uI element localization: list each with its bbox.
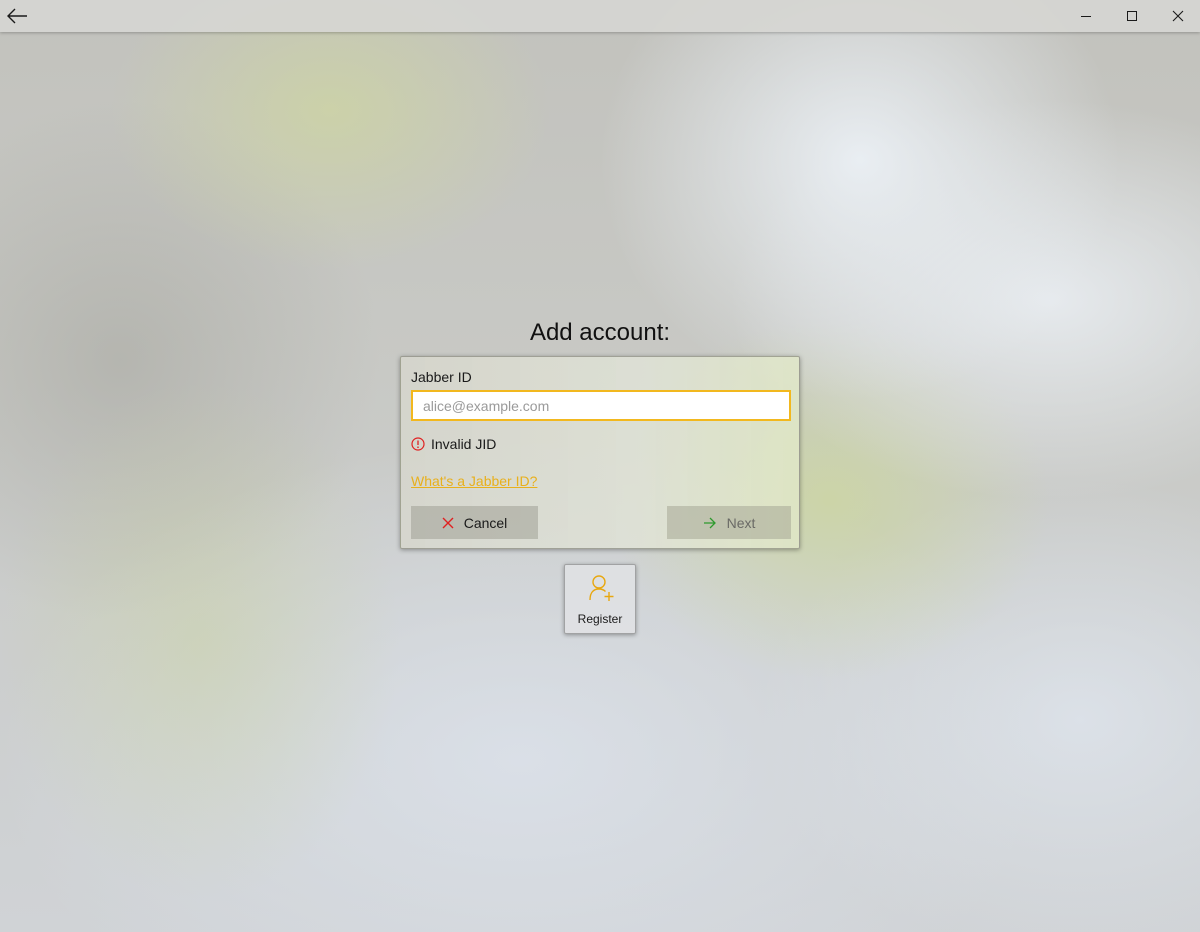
jabber-id-label: Jabber ID [411,369,472,385]
close-button[interactable] [1155,0,1200,32]
cancel-button[interactable]: Cancel [411,506,538,539]
register-label: Register [577,612,623,626]
back-arrow-icon [7,8,27,24]
arrow-right-icon [703,517,717,529]
page-title: Add account: [529,319,671,346]
close-x-icon [442,517,454,529]
next-label: Next [726,514,756,531]
close-icon [1172,10,1183,22]
jabber-id-help-link[interactable]: What's a Jabber ID? [411,473,537,489]
maximize-button[interactable] [1109,0,1155,32]
add-account-dialog: Jabber ID Invalid JID What's a Jabber ID… [400,356,800,549]
add-user-icon [589,575,614,601]
error-circle-icon [411,437,425,451]
jabber-id-input[interactable] [411,390,791,421]
maximize-icon [1127,11,1137,21]
validation-error: Invalid JID [411,435,496,453]
title-bar [0,0,1200,32]
register-button[interactable]: Register [564,564,636,634]
error-message: Invalid JID [431,436,497,452]
minimize-button[interactable] [1063,0,1109,32]
cancel-label: Cancel [463,514,508,531]
next-button[interactable]: Next [667,506,791,539]
back-button[interactable] [0,0,34,32]
minimize-icon [1081,16,1091,17]
